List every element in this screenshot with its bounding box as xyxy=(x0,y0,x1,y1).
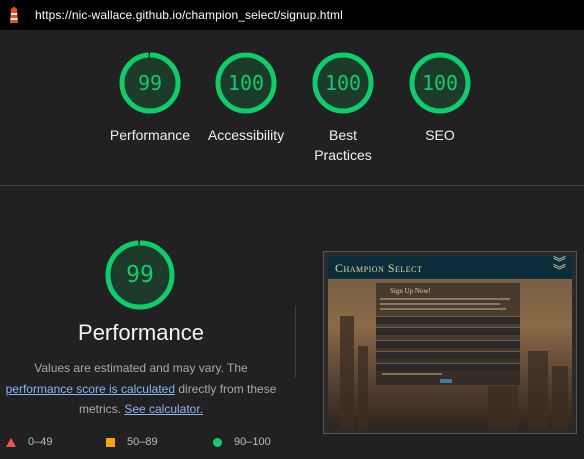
performance-main-gauge: 99 xyxy=(104,239,176,311)
gauge-seo-score: 100 xyxy=(421,71,459,95)
gauge-performance-score: 99 xyxy=(137,71,163,95)
screenshot-signup-form: Sign Up Now! xyxy=(376,283,520,385)
performance-description: Values are estimated and may vary. The p… xyxy=(0,358,282,420)
legend-fail: 0–49 xyxy=(6,436,52,448)
see-calculator-link[interactable]: See calculator. xyxy=(124,402,203,416)
screenshot-image: Champion Select ︾ ︾ Sign Up Now! xyxy=(328,256,572,429)
gauge-performance[interactable]: 99 xyxy=(118,51,182,115)
gauge-accessibility[interactable]: 100 xyxy=(214,51,278,115)
page-screenshot[interactable]: Champion Select ︾ ︾ Sign Up Now! xyxy=(323,251,577,434)
section-divider xyxy=(0,185,584,186)
legend-pass-label: 90–100 xyxy=(234,436,271,448)
gauge-accessibility-score: 100 xyxy=(227,71,265,95)
triangle-icon xyxy=(6,437,16,447)
screenshot-header: Champion Select ︾ ︾ xyxy=(328,256,572,279)
vertical-divider xyxy=(295,306,296,378)
gauge-performance-label: Performance xyxy=(109,127,191,143)
gauge-seo[interactable]: 100 xyxy=(408,51,472,115)
legend-average: 50–89 xyxy=(106,436,158,448)
gauge-best-practices-label: Best Practices xyxy=(314,127,372,163)
legend-pass: 90–100 xyxy=(213,436,271,448)
gauge-seo-label: SEO xyxy=(425,127,455,143)
lighthouse-icon xyxy=(10,6,18,23)
url-bar: https://nic-wallace.github.io/champion_s… xyxy=(0,0,584,30)
page-url[interactable]: https://nic-wallace.github.io/champion_s… xyxy=(35,8,343,22)
screenshot-site-title: Champion Select xyxy=(335,261,423,275)
desc-text-start: Values are estimated and may vary. The xyxy=(34,361,248,375)
gauge-best-practices-score: 100 xyxy=(324,71,362,95)
score-calculated-link[interactable]: performance score is calculated xyxy=(6,382,175,396)
gauge-best-practices[interactable]: 100 xyxy=(311,51,375,115)
square-icon xyxy=(106,437,115,447)
gauge-accessibility-label: Accessibility xyxy=(207,127,285,143)
performance-main-score: 99 xyxy=(126,262,154,288)
screenshot-form-heading: Sign Up Now! xyxy=(390,287,431,295)
legend-average-label: 50–89 xyxy=(127,436,158,448)
chevrons-down-icon: ︾ ︾ xyxy=(552,256,566,278)
legend-fail-label: 0–49 xyxy=(28,436,53,448)
circle-icon xyxy=(213,437,222,447)
performance-title: Performance xyxy=(78,320,204,345)
